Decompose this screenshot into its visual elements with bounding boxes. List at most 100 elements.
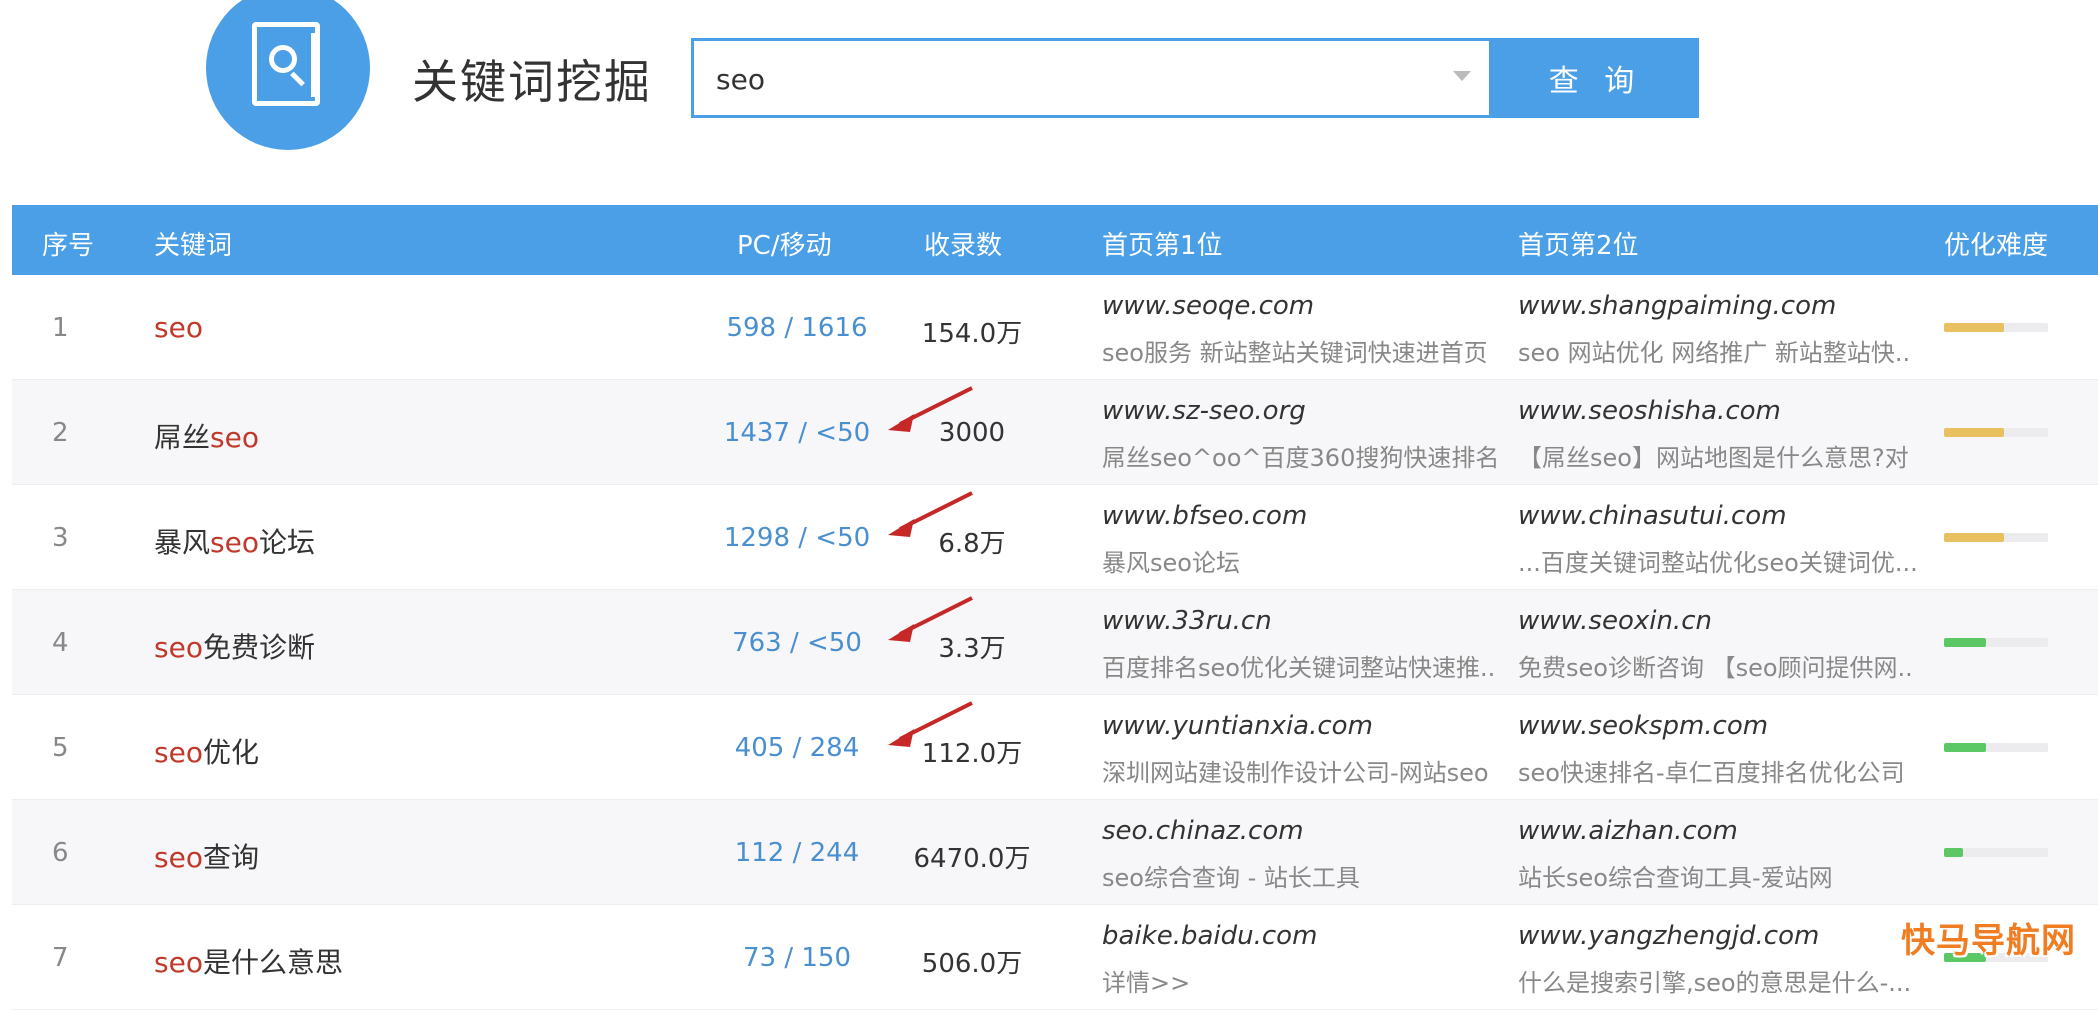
row-index: 1 (52, 313, 69, 343)
rank2-result[interactable]: www.seokspm.com seo快速排名-卓仁百度排名优化公司 (1518, 711, 1918, 785)
row-index: 7 (52, 943, 69, 973)
table-row[interactable]: 7 seo是什么意思 73 / 150 506.0万 baike.baidu.com 详情… (12, 905, 2098, 1010)
rank1-site[interactable]: www.bfseo.com (1102, 501, 1502, 537)
rank1-site[interactable]: www.33ru.cn (1102, 606, 1502, 642)
table-body: 1 seo 598 / 1616 154.0万 www.seoqe.com seo服务 新… (12, 275, 2098, 1010)
magnifier-handle (290, 71, 305, 87)
keyword-suffix: 查询 (202, 841, 259, 874)
pc-mobile-link[interactable]: 1298 / <50 (692, 523, 902, 553)
rank2-site[interactable]: www.yangzhengjd.com (1518, 921, 1918, 957)
rank2-desc: 【屌丝seo】网站地图是什么意思?对 (1518, 444, 1909, 470)
rank2-site[interactable]: www.shangpaiming.com (1518, 291, 1918, 327)
rank2-desc: 免费seo诊断咨询 【seo顾问提供网.. (1518, 654, 1913, 680)
difficulty-bar (1944, 743, 2048, 752)
rank2-site[interactable]: www.chinasutui.com (1518, 501, 1918, 537)
table-row[interactable]: 3 暴风seo论坛 1298 / <50 6.8万 www.bfseo.com 暴风seo… (12, 485, 2098, 590)
rank1-result[interactable]: www.bfseo.com 暴风seo论坛 (1102, 501, 1502, 575)
rank1-result[interactable]: www.yuntianxia.com 深圳网站建设制作设计公司-网站seo (1102, 711, 1502, 785)
difficulty-fill (1944, 323, 2005, 332)
col-pc-mobile: PC/移动 (737, 231, 832, 261)
table-row[interactable]: 5 seo优化 405 / 284 112.0万 www.yuntianxia.com 深… (12, 695, 2098, 800)
rank1-result[interactable]: www.33ru.cn 百度排名seo优化关键词整站快速推.. (1102, 606, 1502, 680)
search-button[interactable]: 查 询 (1492, 38, 1699, 118)
difficulty-fill (1944, 743, 1986, 752)
pc-mobile-link[interactable]: 112 / 244 (692, 838, 902, 868)
col-rank2: 首页第2位 (1518, 231, 1639, 261)
pc-mobile-link[interactable]: 1437 / <50 (692, 418, 902, 448)
col-rank1: 首页第1位 (1102, 231, 1223, 261)
rank2-result[interactable]: www.seoxin.cn 免费seo诊断咨询 【seo顾问提供网.. (1518, 606, 1918, 680)
rank1-result[interactable]: www.sz-seo.org 屌丝seo^oo^百度360搜狗快速排名 (1102, 396, 1502, 470)
difficulty-fill (1944, 428, 2005, 437)
table-row[interactable]: 1 seo 598 / 1616 154.0万 www.seoqe.com seo服务 新… (12, 275, 2098, 380)
keyword-prefix: 屌丝 (154, 421, 211, 454)
rank2-site[interactable]: www.seokspm.com (1518, 711, 1918, 747)
rank2-result[interactable]: www.shangpaiming.com seo 网站优化 网络推广 新站整站快.… (1518, 291, 1918, 365)
book-search-icon (252, 22, 320, 106)
magnifier-icon (269, 45, 297, 73)
chevron-down-icon[interactable] (1453, 71, 1471, 81)
rank2-site[interactable]: www.seoxin.cn (1518, 606, 1918, 642)
rank2-desc: seo 网站优化 网络推广 新站整站快.. (1518, 339, 1911, 365)
keyword-highlight: seo (154, 736, 203, 769)
keyword-link[interactable]: 暴风seo论坛 (154, 521, 315, 561)
annotation-arrow-icon (888, 491, 973, 537)
rank2-desc: 什么是搜索引擎,seo的意思是什么-... (1518, 969, 1912, 995)
search-combobox[interactable] (691, 38, 1492, 118)
annotation-arrow-icon (888, 386, 973, 432)
keyword-link[interactable]: seo免费诊断 (154, 626, 315, 666)
indexed-count: 506.0万 (921, 949, 1023, 979)
pc-mobile-link[interactable]: 763 / <50 (692, 628, 902, 658)
keyword-suffix: 论坛 (258, 526, 315, 559)
page-title: 关键词挖掘 (412, 55, 652, 109)
rank1-desc: seo综合查询 - 站长工具 (1102, 864, 1360, 890)
keyword-link[interactable]: 屌丝seo (154, 416, 259, 456)
keyword-suffix: 免费诊断 (202, 631, 315, 664)
annotation-arrow-icon (888, 701, 973, 747)
rank1-desc: 屌丝seo^oo^百度360搜狗快速排名 (1102, 444, 1500, 470)
rank1-site[interactable]: www.yuntianxia.com (1102, 711, 1502, 747)
keyword-table: 序号 关键词 PC/移动 收录数 首页第1位 首页第2位 优化难度 1 seo 59… (12, 205, 2098, 1010)
pc-mobile-link[interactable]: 598 / 1616 (692, 313, 902, 343)
table-row[interactable]: 6 seo查询 112 / 244 6470.0万 seo.chinaz.com seo综… (12, 800, 2098, 905)
app-logo (206, 0, 370, 150)
table-row[interactable]: 4 seo免费诊断 763 / <50 3.3万 www.33ru.cn 百度排名seo优… (12, 590, 2098, 695)
table-header: 序号 关键词 PC/移动 收录数 首页第1位 首页第2位 优化难度 (12, 205, 2098, 275)
rank1-result[interactable]: baike.baidu.com 详情>> (1102, 921, 1502, 995)
rank1-site[interactable]: www.seoqe.com (1102, 291, 1502, 327)
rank1-site[interactable]: baike.baidu.com (1102, 921, 1502, 957)
rank1-site[interactable]: seo.chinaz.com (1102, 816, 1502, 852)
rank2-result[interactable]: www.aizhan.com 站长seo综合查询工具-爱站网 (1518, 816, 1918, 890)
rank2-result[interactable]: www.seoshisha.com 【屌丝seo】网站地图是什么意思?对 (1518, 396, 1918, 470)
rank2-result[interactable]: www.chinasutui.com ...百度关键词整站优化seo关键词优... (1518, 501, 1918, 575)
keyword-suffix: 是什么意思 (202, 946, 343, 979)
rank2-desc: ...百度关键词整站优化seo关键词优... (1518, 549, 1918, 575)
row-index: 3 (52, 523, 69, 553)
difficulty-bar (1944, 638, 2048, 647)
difficulty-fill (1944, 638, 1986, 647)
keyword-highlight: seo (154, 311, 203, 344)
difficulty-bar (1944, 428, 2048, 437)
keyword-highlight: seo (210, 526, 259, 559)
keyword-link[interactable]: seo优化 (154, 731, 259, 771)
col-indexed: 收录数 (924, 231, 1003, 261)
rank2-site[interactable]: www.seoshisha.com (1518, 396, 1918, 432)
rank1-site[interactable]: www.sz-seo.org (1102, 396, 1502, 432)
keyword-highlight: seo (154, 946, 203, 979)
col-index: 序号 (42, 231, 95, 261)
search-input[interactable] (714, 41, 1438, 117)
rank2-site[interactable]: www.aizhan.com (1518, 816, 1918, 852)
rank1-result[interactable]: www.seoqe.com seo服务 新站整站关键词快速进首页 (1102, 291, 1502, 365)
pc-mobile-link[interactable]: 73 / 150 (692, 943, 902, 973)
annotation-arrow-icon (888, 596, 973, 642)
table-row[interactable]: 2 屌丝seo 1437 / <50 3000 www.sz-seo.org 屌丝seo^… (12, 380, 2098, 485)
keyword-link[interactable]: seo查询 (154, 836, 259, 876)
pc-mobile-link[interactable]: 405 / 284 (692, 733, 902, 763)
row-index: 5 (52, 733, 69, 763)
keyword-link[interactable]: seo是什么意思 (154, 941, 343, 981)
rank2-desc: 站长seo综合查询工具-爱站网 (1518, 864, 1833, 890)
rank1-desc: 深圳网站建设制作设计公司-网站seo (1102, 759, 1489, 785)
rank2-result[interactable]: www.yangzhengjd.com 什么是搜索引擎,seo的意思是什么-... (1518, 921, 1918, 995)
rank1-result[interactable]: seo.chinaz.com seo综合查询 - 站长工具 (1102, 816, 1502, 890)
keyword-link[interactable]: seo (154, 311, 203, 344)
